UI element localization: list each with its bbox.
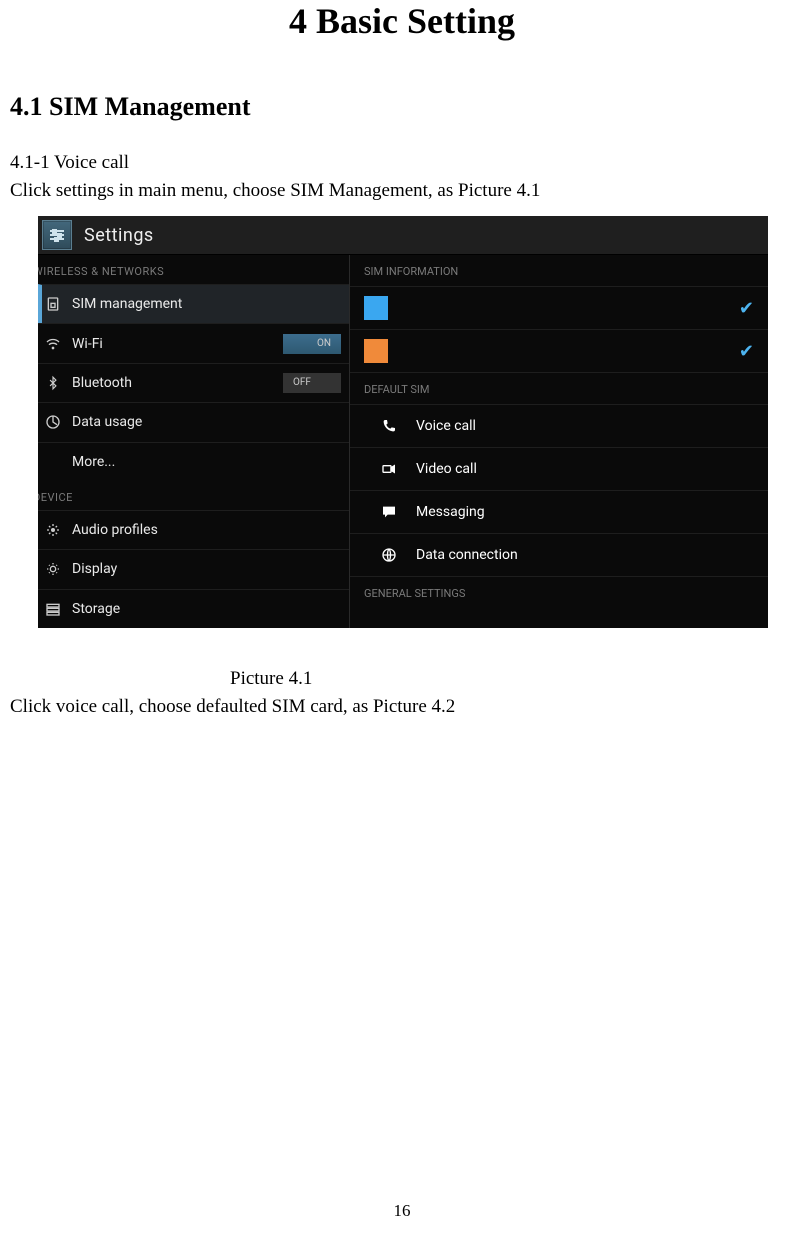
sim-slot-1[interactable]: ✔: [350, 287, 768, 330]
sim-badge-blue: [364, 296, 388, 320]
nav-storage[interactable]: Storage: [38, 589, 349, 628]
blank-icon: [44, 453, 62, 471]
subsection-label: 4.1-1 Voice call: [10, 152, 794, 174]
sim-badge-orange: [364, 339, 388, 363]
right-content-panel: SIM INFORMATION ✔ ✔ DEFAULT SIM Voi: [350, 255, 768, 628]
wifi-toggle[interactable]: ON: [283, 334, 341, 354]
row-label: Messaging: [416, 504, 485, 520]
nav-label: SIM management: [72, 296, 341, 312]
default-sim-header: DEFAULT SIM: [350, 373, 768, 405]
device-header: DEVICE: [38, 481, 349, 510]
sim-information-header: SIM INFORMATION: [350, 255, 768, 287]
followup-text: Click voice call, choose defaulted SIM c…: [10, 696, 794, 718]
messaging-icon: [380, 503, 398, 521]
nav-label: Bluetooth: [72, 375, 273, 391]
nav-label: Wi-Fi: [72, 336, 273, 352]
row-label: Data connection: [416, 547, 518, 563]
nav-label: More...: [72, 454, 341, 470]
default-voice-call[interactable]: Voice call: [350, 405, 768, 448]
display-icon: [44, 560, 62, 578]
page-number: 16: [0, 1201, 804, 1221]
sim-card-icon: [44, 295, 62, 313]
sim-slot-2[interactable]: ✔: [350, 330, 768, 373]
nav-bluetooth[interactable]: Bluetooth OFF: [38, 363, 349, 402]
audio-icon: [44, 521, 62, 539]
bluetooth-icon: [44, 374, 62, 392]
nav-display[interactable]: Display: [38, 549, 349, 588]
nav-data-usage[interactable]: Data usage: [38, 402, 349, 441]
wifi-icon: [44, 335, 62, 353]
nav-label: Audio profiles: [72, 522, 341, 538]
app-header: Settings: [38, 216, 768, 255]
globe-icon: [380, 546, 398, 564]
check-icon[interactable]: ✔: [739, 341, 754, 362]
bluetooth-toggle[interactable]: OFF: [283, 373, 341, 393]
nav-audio-profiles[interactable]: Audio profiles: [38, 510, 349, 549]
nav-wifi[interactable]: Wi-Fi ON: [38, 323, 349, 362]
section-title: 4.1 SIM Management: [10, 92, 794, 122]
settings-screenshot: Settings WIRELESS & NETWORKS SIM managem…: [38, 216, 768, 628]
check-icon[interactable]: ✔: [739, 298, 754, 319]
intro-text: Click settings in main menu, choose SIM …: [10, 180, 794, 202]
row-label: Video call: [416, 461, 477, 477]
data-usage-icon: [44, 413, 62, 431]
nav-label: Display: [72, 561, 341, 577]
figure-caption: Picture 4.1: [230, 668, 794, 690]
chapter-title: 4 Basic Setting: [10, 0, 794, 42]
wireless-networks-header: WIRELESS & NETWORKS: [38, 255, 349, 284]
settings-app-icon: [42, 220, 72, 250]
default-video-call[interactable]: Video call: [350, 448, 768, 491]
nav-more[interactable]: More...: [38, 442, 349, 481]
nav-label: Storage: [72, 601, 341, 617]
row-label: Voice call: [416, 418, 476, 434]
storage-icon: [44, 600, 62, 618]
left-nav-panel: WIRELESS & NETWORKS SIM management Wi-Fi…: [38, 255, 350, 628]
nav-label: Data usage: [72, 414, 341, 430]
nav-sim-management[interactable]: SIM management: [38, 284, 349, 323]
default-messaging[interactable]: Messaging: [350, 491, 768, 534]
app-title: Settings: [84, 225, 154, 246]
default-data-connection[interactable]: Data connection: [350, 534, 768, 577]
video-icon: [380, 460, 398, 478]
phone-icon: [380, 417, 398, 435]
general-settings-header: GENERAL SETTINGS: [350, 577, 768, 608]
